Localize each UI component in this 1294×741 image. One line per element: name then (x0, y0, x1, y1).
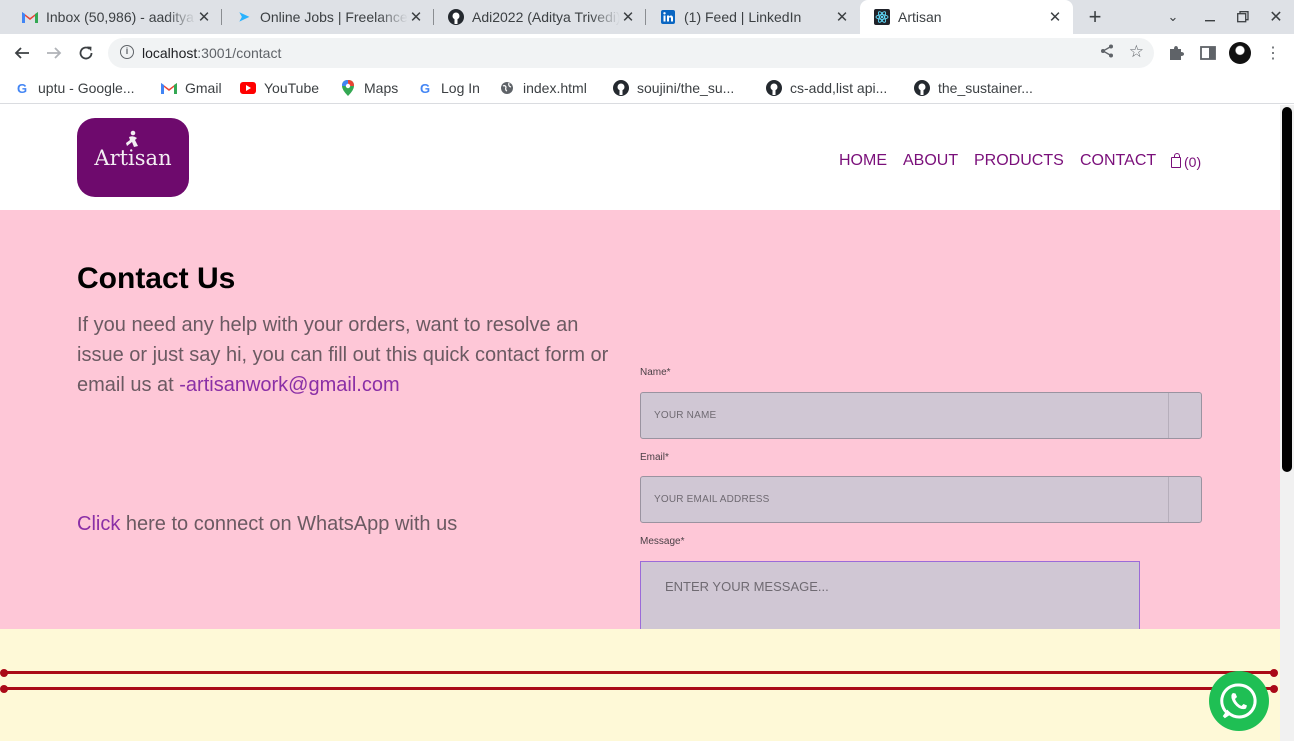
side-panel-icon[interactable] (1197, 42, 1219, 64)
tab-title: Artisan (898, 9, 942, 25)
site-header: Artisan HOME ABOUT PRODUCTS CONTACT (0) (0, 105, 1280, 210)
page-viewport: Artisan HOME ABOUT PRODUCTS CONTACT (0) … (0, 105, 1280, 741)
email-label: Email* (640, 452, 669, 463)
gmail-icon (161, 80, 177, 96)
linkedin-icon (660, 9, 676, 25)
name-field[interactable]: YOUR NAME (640, 392, 1202, 439)
browser-tab-gmail[interactable]: Inbox (50,986) - aaditya ✕ (8, 0, 222, 34)
message-placeholder: ENTER YOUR MESSAGE... (665, 579, 829, 594)
new-tab-button[interactable]: + (1079, 0, 1111, 34)
bookmark-star-icon[interactable]: ☆ (1129, 42, 1144, 62)
browser-tab-linkedin[interactable]: (1) Feed | LinkedIn ✕ (646, 0, 860, 34)
bookmark-login[interactable]: G Log In (417, 78, 480, 98)
bookmark-maps[interactable]: Maps (340, 78, 398, 98)
footer-band (0, 629, 1280, 741)
contact-section: Contact Us If you need any help with you… (0, 210, 1280, 670)
address-bar[interactable]: i localhost:3001/contact ☆ (108, 38, 1154, 68)
github-icon (914, 80, 930, 96)
name-placeholder: YOUR NAME (654, 410, 717, 421)
bookmark-cs-add[interactable]: cs-add,list api... (766, 78, 887, 98)
artisan-logo[interactable]: Artisan (77, 118, 189, 197)
contact-intro: If you need any help with your orders, w… (77, 314, 609, 396)
bookmark-soujini[interactable]: soujini/the_su... (613, 78, 734, 98)
field-divider (1168, 393, 1169, 438)
browser-tab-artisan[interactable]: Artisan ✕ (860, 0, 1073, 34)
tab-close-icon[interactable]: ✕ (196, 8, 212, 26)
bookmark-uptu[interactable]: G uptu - Google... (14, 78, 135, 98)
tab-title: Online Jobs | Freelancer (260, 9, 408, 25)
reload-icon[interactable] (71, 38, 101, 68)
bookmark-index-html[interactable]: index.html (499, 78, 587, 98)
restore-icon[interactable] (1227, 0, 1259, 34)
email-field[interactable]: YOUR EMAIL ADDRESS (640, 476, 1202, 523)
decorative-rule (0, 684, 1278, 693)
tab-title: Adi2022 (Aditya Trivedi) (472, 9, 620, 25)
react-icon (874, 9, 890, 25)
name-label: Name* (640, 367, 671, 378)
whatsapp-click-link[interactable]: Click (77, 513, 120, 535)
nav-about-link[interactable]: ABOUT (903, 152, 958, 170)
url-text: localhost:3001/contact (142, 45, 282, 61)
decorative-rule (0, 668, 1278, 677)
page-title: Contact Us (77, 262, 236, 295)
extensions-puzzle-icon[interactable] (1165, 42, 1187, 64)
gmail-icon (22, 9, 38, 25)
browser-toolbar: i localhost:3001/contact ☆ ⋮ (0, 34, 1294, 72)
nav-contact-link[interactable]: CONTACT (1080, 152, 1156, 170)
browser-menu-icon[interactable]: ⋮ (1262, 42, 1284, 64)
tab-search-chevron-icon[interactable]: ⌄ (1157, 0, 1189, 34)
logo-text: Artisan (94, 146, 172, 170)
email-placeholder: YOUR EMAIL ADDRESS (654, 494, 770, 505)
tab-title: Inbox (50,986) - aaditya (46, 9, 194, 25)
bookmarks-bar: G uptu - Google... Gmail YouTube Maps G … (0, 72, 1294, 104)
whatsapp-icon (1220, 683, 1257, 719)
tab-title: (1) Feed | LinkedIn (684, 9, 802, 25)
bookmark-gmail[interactable]: Gmail (161, 78, 222, 98)
cart-count: (0) (1184, 154, 1202, 170)
browser-tab-freelancer[interactable]: ➤ Online Jobs | Freelancer ✕ (222, 0, 434, 34)
whatsapp-line: Click here to connect on WhatsApp with u… (77, 513, 458, 535)
message-label: Message* (640, 536, 685, 547)
browser-tab-github[interactable]: Adi2022 (Aditya Trivedi) ✕ (434, 0, 646, 34)
tab-close-icon[interactable]: ✕ (408, 8, 424, 26)
site-info-icon[interactable]: i (120, 45, 134, 59)
page-scrollbar[interactable] (1280, 105, 1294, 741)
globe-icon (499, 80, 515, 96)
share-icon[interactable] (1100, 44, 1114, 62)
github-icon (448, 9, 464, 25)
nav-products-link[interactable]: PRODUCTS (974, 152, 1064, 170)
whatsapp-floating-button[interactable] (1209, 671, 1269, 731)
nav-home-link[interactable]: HOME (839, 152, 887, 170)
tab-close-icon[interactable]: ✕ (620, 8, 636, 26)
profile-avatar[interactable] (1229, 42, 1251, 64)
forward-arrow-icon[interactable] (39, 38, 69, 68)
minimize-icon[interactable] (1194, 0, 1226, 34)
freelancer-icon: ➤ (238, 9, 250, 24)
email-link[interactable]: -artisanwork@gmail.com (179, 374, 399, 396)
shopping-bag-icon (1171, 152, 1181, 168)
bookmark-the-sustainer[interactable]: the_sustainer... (914, 78, 1033, 98)
tab-close-icon[interactable]: ✕ (834, 8, 850, 26)
bookmark-youtube[interactable]: YouTube (240, 78, 319, 98)
github-icon (613, 80, 629, 96)
scrollbar-thumb[interactable] (1282, 107, 1292, 472)
back-arrow-icon[interactable] (7, 38, 37, 68)
tab-close-icon[interactable]: ✕ (1047, 8, 1063, 26)
github-icon (766, 80, 782, 96)
field-divider (1168, 477, 1169, 522)
google-icon: G (419, 80, 431, 96)
google-icon: G (16, 80, 28, 96)
maps-icon (340, 80, 356, 96)
cart-button[interactable]: (0) (1171, 152, 1202, 170)
youtube-icon (240, 80, 256, 96)
window-close-icon[interactable]: ✕ (1260, 0, 1292, 34)
browser-tab-strip: Inbox (50,986) - aaditya ✕ ➤ Online Jobs… (0, 0, 1294, 34)
